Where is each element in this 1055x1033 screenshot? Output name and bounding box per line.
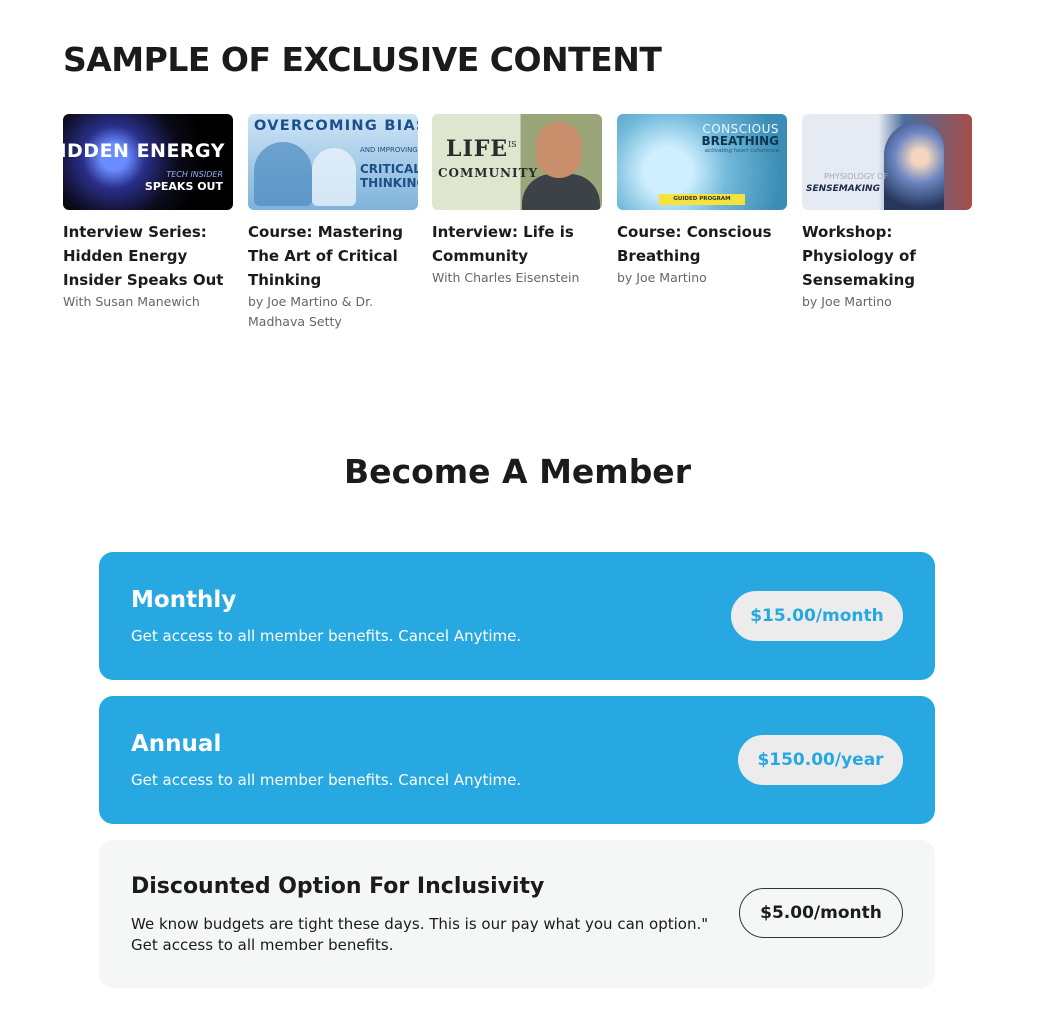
content-card-life-is-community[interactable]: LIFE IS COMMUNITY Interview: Life is Com… [432,114,602,288]
card-author: by Joe Martino & Dr. Madhava Setty [248,294,374,329]
discounted-price-button[interactable]: $5.00/month [739,888,903,938]
thumbnail-subtitle: CRITICAL THINKING [360,162,418,190]
content-card-conscious-breathing[interactable]: CONSCIOUS BREATHING activating heart coh… [617,114,787,288]
plan-monthly[interactable]: Monthly Get access to all member benefit… [99,552,935,680]
thumbnail-subtitle: IS [508,140,517,149]
plan-discounted[interactable]: Discounted Option For Inclusivity We kno… [99,840,935,988]
plan-name: Monthly [131,587,237,613]
content-card-critical-thinking[interactable]: OVERCOMING BIAS AND IMPROVING CRITICAL T… [248,114,418,332]
plan-name: Discounted Option For Inclusivity [131,874,545,899]
guided-program-badge: GUIDED PROGRAM [659,194,745,205]
plan-description: Get access to all member benefits. Cance… [131,771,522,789]
become-member-heading: Become A Member [344,452,691,491]
thumbnail-title: BREATHING [701,134,779,148]
plan-description: We know budgets are tight these days. Th… [131,915,709,933]
annual-price-button[interactable]: $150.00/year [738,735,903,785]
head-silhouette-icon [312,148,356,206]
content-card-hidden-energy[interactable]: HIDDEN ENERGY TECH INSIDER SPEAKS OUT In… [63,114,233,312]
card-author: With Charles Eisenstein [432,270,580,285]
thumbnail-subtitle: SPEAKS OUT [144,180,223,193]
thumbnail-subtitle: activating heart coherence [704,148,779,154]
thumbnail-image[interactable]: OVERCOMING BIAS AND IMPROVING CRITICAL T… [248,114,418,210]
card-author: With Susan Manewich [63,294,200,309]
card-title[interactable]: Course: Conscious Breathing [617,220,787,268]
thumbnail-title: OVERCOMING BIAS [254,118,418,134]
content-card-sensemaking[interactable]: PHYSIOLOGY OF SENSEMAKING Workshop: Phys… [802,114,972,312]
thumbnail-image[interactable]: HIDDEN ENERGY TECH INSIDER SPEAKS OUT [63,114,233,210]
person-photo [536,122,582,178]
thumbnail-subtitle: TECH INSIDER [166,170,223,179]
plan-annual[interactable]: Annual Get access to all member benefits… [99,696,935,824]
thumbnail-image[interactable]: PHYSIOLOGY OF SENSEMAKING [802,114,972,210]
thumbnail-title: HIDDEN ENERGY [63,140,225,162]
card-title[interactable]: Interview Series: Hidden Energy Insider … [63,220,233,292]
thumbnail-image[interactable]: LIFE IS COMMUNITY [432,114,602,210]
section-title: SAMPLE OF EXCLUSIVE CONTENT [63,40,662,79]
card-title[interactable]: Workshop: Physiology of Sensemaking [802,220,972,292]
card-title[interactable]: Interview: Life is Community [432,220,602,268]
card-title[interactable]: Course: Mastering The Art of Critical Th… [248,220,418,292]
plan-description: Get access to all member benefits. [131,936,394,954]
thumbnail-image[interactable]: CONSCIOUS BREATHING activating heart coh… [617,114,787,210]
thumbnail-title: LIFE [446,136,509,162]
monthly-price-button[interactable]: $15.00/month [731,591,903,641]
card-author: by Joe Martino [617,270,707,285]
thumbnail-subtitle: PHYSIOLOGY OF [824,172,889,181]
head-silhouette-icon [254,142,312,206]
plan-description: Get access to all member benefits. Cance… [131,627,522,645]
head-profile-icon [884,122,944,210]
plan-name: Annual [131,731,222,757]
thumbnail-title: SENSEMAKING [806,184,880,194]
thumbnail-subtitle: AND IMPROVING [360,146,418,154]
card-author: by Joe Martino [802,294,892,309]
thumbnail-subtitle: COMMUNITY [438,166,539,180]
